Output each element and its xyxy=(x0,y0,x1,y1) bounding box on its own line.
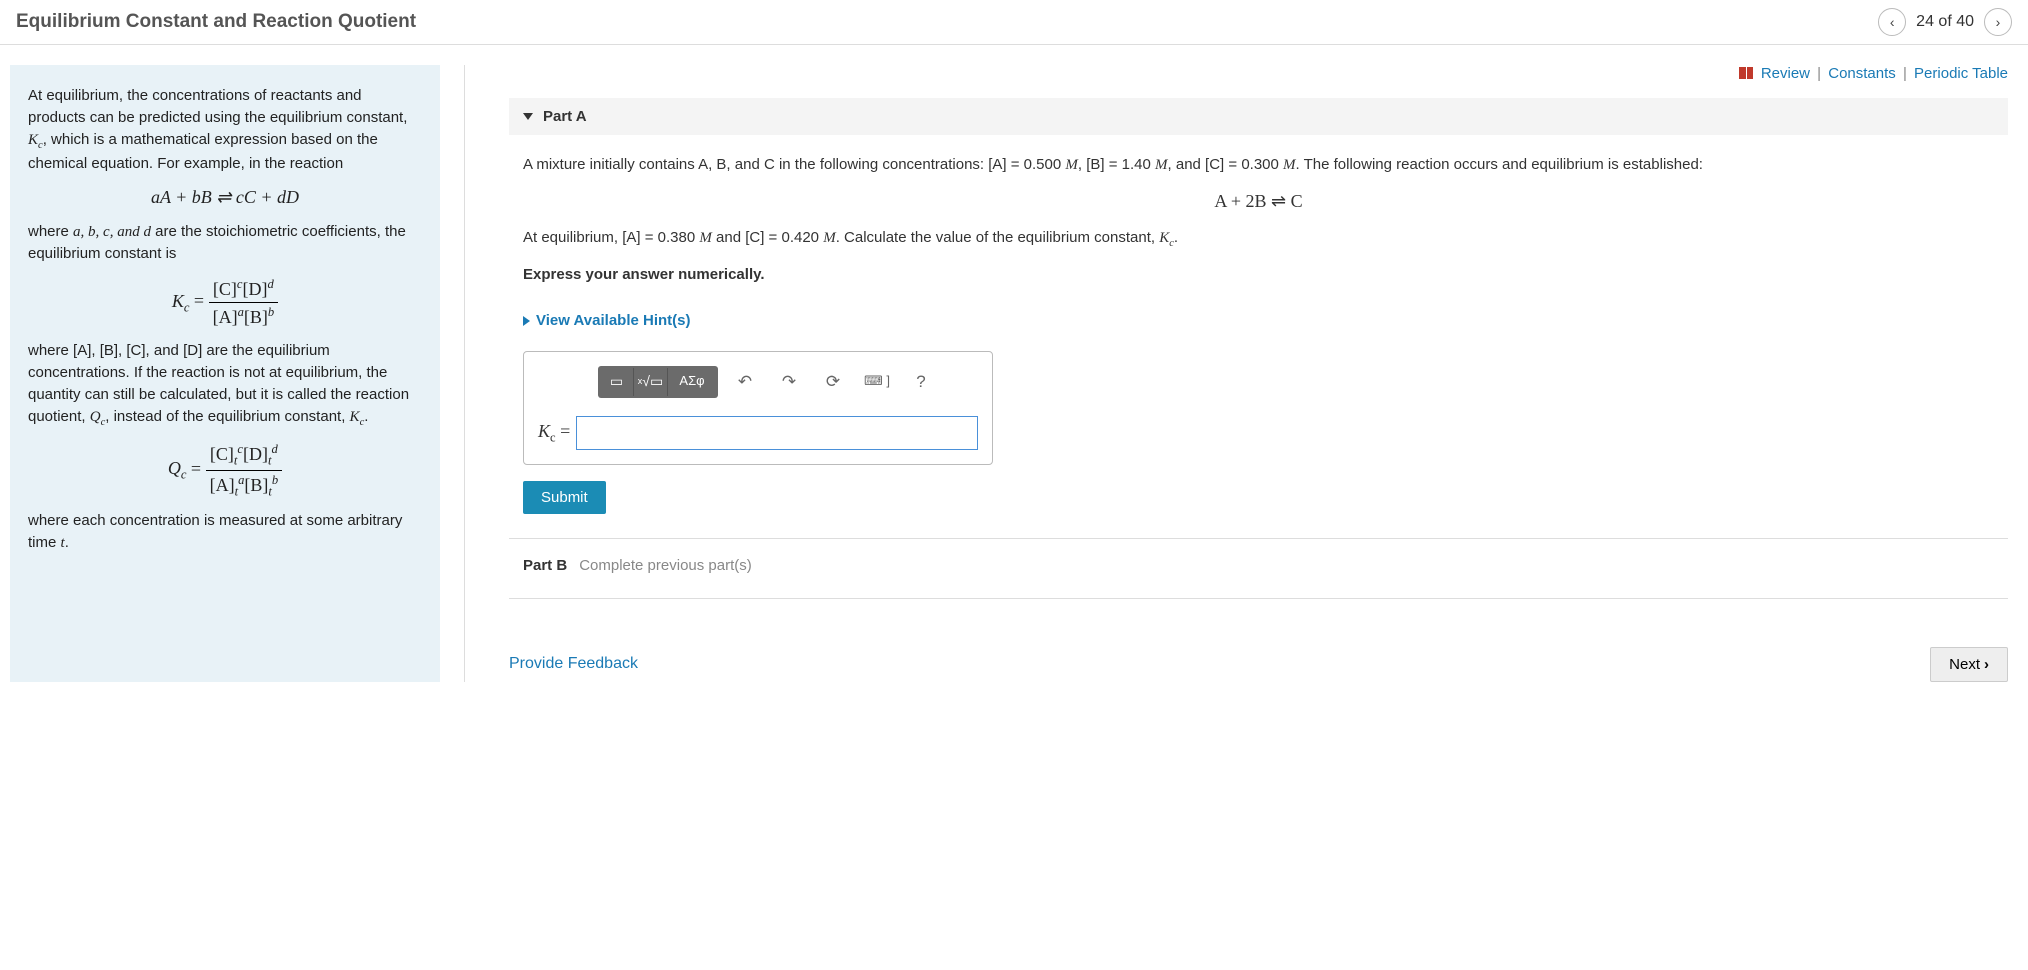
part-b-message: Complete previous part(s) xyxy=(579,557,752,574)
part-a-header[interactable]: Part A xyxy=(509,98,2008,135)
express-instruction: Express your answer numerically. xyxy=(523,263,1994,287)
question-panel: Review | Constants | Periodic Table Part… xyxy=(489,65,2028,682)
page-header: Equilibrium Constant and Reaction Quotie… xyxy=(0,0,2028,45)
submit-button[interactable]: Submit xyxy=(523,481,606,514)
help-button[interactable]: ? xyxy=(904,367,938,397)
greek-tool-button[interactable]: ΑΣφ xyxy=(668,368,716,396)
resource-links: Review | Constants | Periodic Table xyxy=(509,65,2008,82)
provide-feedback-link[interactable]: Provide Feedback xyxy=(509,655,638,673)
question-position: 24 of 40 xyxy=(1916,13,1974,31)
part-b-row: Part B Complete previous part(s) xyxy=(509,557,2008,574)
answer-variable-label: Kc = xyxy=(538,417,570,448)
reaction-equation: A + 2B ⇌ C xyxy=(523,187,1994,216)
next-question-button[interactable]: › xyxy=(1984,8,2012,36)
part-a-label: Part A xyxy=(543,108,587,125)
next-button[interactable]: Next› xyxy=(1930,647,2008,682)
collapse-icon xyxy=(523,113,533,120)
intro-text-3: where [A], [B], [C], and [D] are the equ… xyxy=(28,340,422,429)
periodic-table-link[interactable]: Periodic Table xyxy=(1914,65,2008,82)
question-text-1: A mixture initially contains A, B, and C… xyxy=(523,153,1994,177)
redo-button[interactable]: ↷ xyxy=(772,367,806,397)
intro-text-4: where each concentration is measured at … xyxy=(28,510,422,555)
view-hints-link[interactable]: View Available Hint(s) xyxy=(523,309,691,333)
part-a-body: A mixture initially contains A, B, and C… xyxy=(509,153,2008,514)
chevron-right-icon: › xyxy=(1984,656,1989,673)
constants-link[interactable]: Constants xyxy=(1828,65,1896,82)
intro-text-2: where a, b, c, and d are the stoichiomet… xyxy=(28,221,422,266)
qc-formula: Qc = [C]tc[D]td [A]ta[B]tb xyxy=(28,440,422,501)
part-b-label: Part B xyxy=(523,557,567,574)
intro-panel: At equilibrium, the concentrations of re… xyxy=(10,65,440,682)
book-icon xyxy=(1739,67,1753,79)
keyboard-button[interactable]: ⌨ ] xyxy=(860,367,894,397)
question-nav: ‹ 24 of 40 › xyxy=(1878,8,2012,36)
section-divider xyxy=(509,538,2008,539)
question-text-2: At equilibrium, [A] = 0.380 M and [C] = … xyxy=(523,226,1994,253)
format-tool-group: ▭ x√▭ ΑΣφ xyxy=(598,366,718,398)
answer-row: Kc = xyxy=(538,416,978,450)
kc-formula: Kc = [C]c[D]d [A]a[B]b xyxy=(28,275,422,330)
undo-button[interactable]: ↶ xyxy=(728,367,762,397)
generic-reaction-equation: aA + bB ⇌ cC + dD xyxy=(28,184,422,210)
page-title: Equilibrium Constant and Reaction Quotie… xyxy=(16,11,416,33)
prev-question-button[interactable]: ‹ xyxy=(1878,8,1906,36)
equation-toolbar: ▭ x√▭ ΑΣφ ↶ ↷ ⟳ ⌨ ] ? xyxy=(598,366,978,398)
answer-input[interactable] xyxy=(576,416,978,450)
reset-button[interactable]: ⟳ xyxy=(816,367,850,397)
footer-row: Provide Feedback Next› xyxy=(509,629,2008,682)
section-divider-2 xyxy=(509,598,2008,599)
review-link[interactable]: Review xyxy=(1761,65,1810,82)
vertical-divider xyxy=(464,65,465,682)
sqrt-tool-button[interactable]: x√▭ xyxy=(634,368,668,396)
answer-box: ▭ x√▭ ΑΣφ ↶ ↷ ⟳ ⌨ ] ? Kc = xyxy=(523,351,993,465)
expand-icon xyxy=(523,316,530,326)
intro-text-1: At equilibrium, the concentrations of re… xyxy=(28,85,422,174)
template-tool-button[interactable]: ▭ xyxy=(600,368,634,396)
